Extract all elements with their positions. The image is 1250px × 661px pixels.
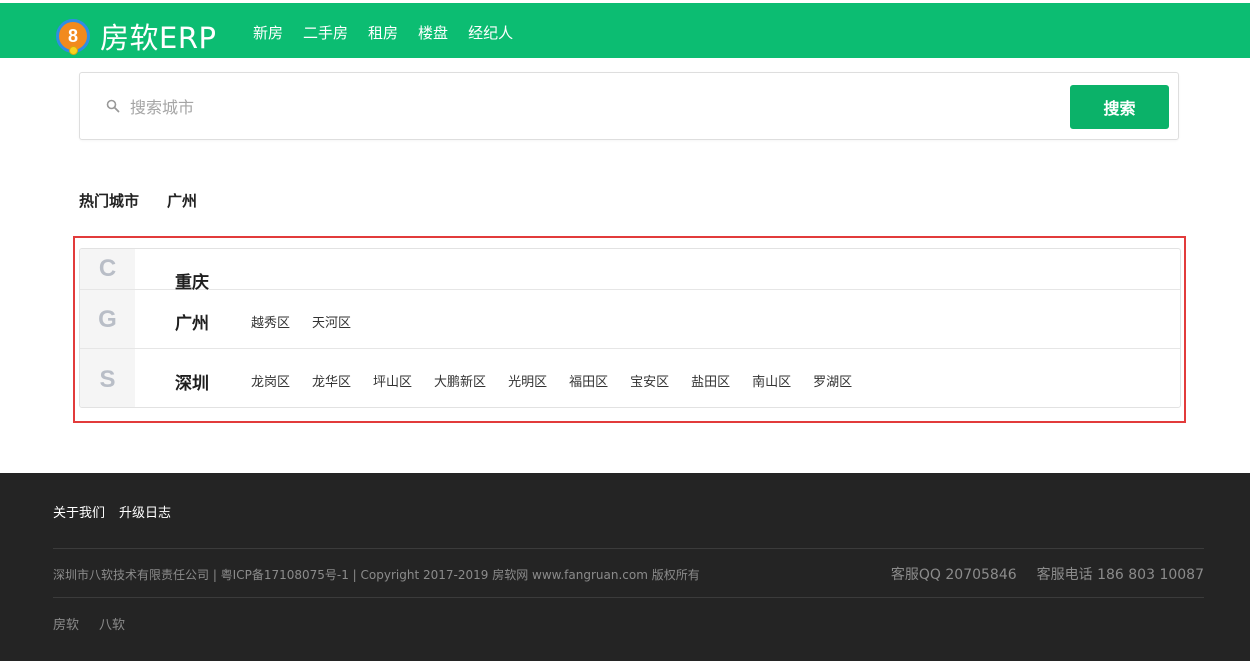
friend-link-fangruan[interactable]: 房软	[53, 614, 79, 633]
nav-item-new-homes[interactable]: 新房	[253, 22, 283, 43]
search-icon	[106, 99, 120, 113]
footer-divider	[53, 548, 1204, 549]
district-link[interactable]: 天河区	[312, 312, 351, 331]
footer-links: 关于我们 升级日志	[53, 502, 185, 521]
nav-item-rental[interactable]: 租房	[368, 22, 398, 43]
brand-name: 房软ERP	[100, 21, 217, 55]
city-search-input[interactable]	[130, 93, 830, 121]
district-link[interactable]: 光明区	[508, 371, 547, 390]
city-group-s: S 深圳 龙岗区 龙华区 坪山区 大鹏新区 光明区 福田区 宝安区 盐田区 南山…	[80, 349, 1180, 407]
logo[interactable]: 8 房软ERP	[56, 15, 216, 57]
district-link[interactable]: 罗湖区	[813, 371, 852, 390]
hot-cities: 热门城市 广州	[79, 190, 197, 211]
coin-icon	[69, 46, 78, 55]
hot-city-guangzhou[interactable]: 广州	[167, 190, 197, 211]
footer-divider	[53, 597, 1204, 598]
city-group-g: G 广州 越秀区 天河区	[80, 290, 1180, 349]
city-shenzhen[interactable]: 深圳	[175, 369, 209, 394]
friend-link-baruan[interactable]: 八软	[99, 614, 125, 633]
district-link[interactable]: 龙华区	[312, 371, 351, 390]
footer-link-about[interactable]: 关于我们	[53, 502, 105, 521]
district-link[interactable]: 南山区	[752, 371, 791, 390]
district-link[interactable]: 龙岗区	[251, 371, 290, 390]
logo-badge-icon: 8	[56, 19, 90, 55]
group-letter: S	[99, 366, 116, 393]
district-link[interactable]: 越秀区	[251, 312, 290, 331]
customer-service: 客服QQ 20705846 客服电话 186 803 10087	[871, 564, 1204, 584]
group-letter: G	[98, 306, 117, 333]
nav-item-second-hand[interactable]: 二手房	[303, 22, 348, 43]
footer: 关于我们 升级日志 深圳市八软技术有限责任公司 | 粤ICP备17108075号…	[0, 473, 1250, 661]
copyright-text: 深圳市八软技术有限责任公司 | 粤ICP备17108075号-1 | Copyr…	[53, 568, 700, 582]
search-box: 搜索	[79, 72, 1179, 140]
nav-item-properties[interactable]: 楼盘	[418, 22, 448, 43]
district-link[interactable]: 福田区	[569, 371, 608, 390]
city-list: C 重庆 G 广州 越秀区 天河区 S 深圳 龙岗区 龙华区 坪山区 大鹏新区 …	[79, 248, 1181, 408]
group-letter: C	[98, 255, 117, 282]
district-link[interactable]: 宝安区	[630, 371, 669, 390]
district-link[interactable]: 大鹏新区	[434, 371, 486, 390]
service-qq: 客服QQ 20705846	[890, 567, 1017, 583]
city-guangzhou[interactable]: 广州	[175, 309, 209, 334]
friend-links: 房软 八软	[53, 614, 145, 633]
nav-item-agents[interactable]: 经纪人	[468, 22, 513, 43]
district-list: 越秀区 天河区	[251, 312, 373, 331]
footer-link-changelog[interactable]: 升级日志	[119, 502, 171, 521]
search-button[interactable]: 搜索	[1070, 85, 1169, 129]
district-list: 龙岗区 龙华区 坪山区 大鹏新区 光明区 福田区 宝安区 盐田区 南山区 罗湖区	[251, 371, 874, 390]
main-nav: 新房 二手房 租房 楼盘 经纪人	[253, 22, 533, 43]
service-phone: 客服电话 186 803 10087	[1036, 567, 1204, 583]
district-link[interactable]: 盐田区	[691, 371, 730, 390]
hot-cities-label: 热门城市	[79, 192, 140, 210]
city-group-c: C 重庆	[80, 249, 1180, 293]
district-link[interactable]: 坪山区	[373, 371, 412, 390]
top-navbar: 8 房软ERP 新房 二手房 租房 楼盘 经纪人	[0, 0, 1250, 58]
